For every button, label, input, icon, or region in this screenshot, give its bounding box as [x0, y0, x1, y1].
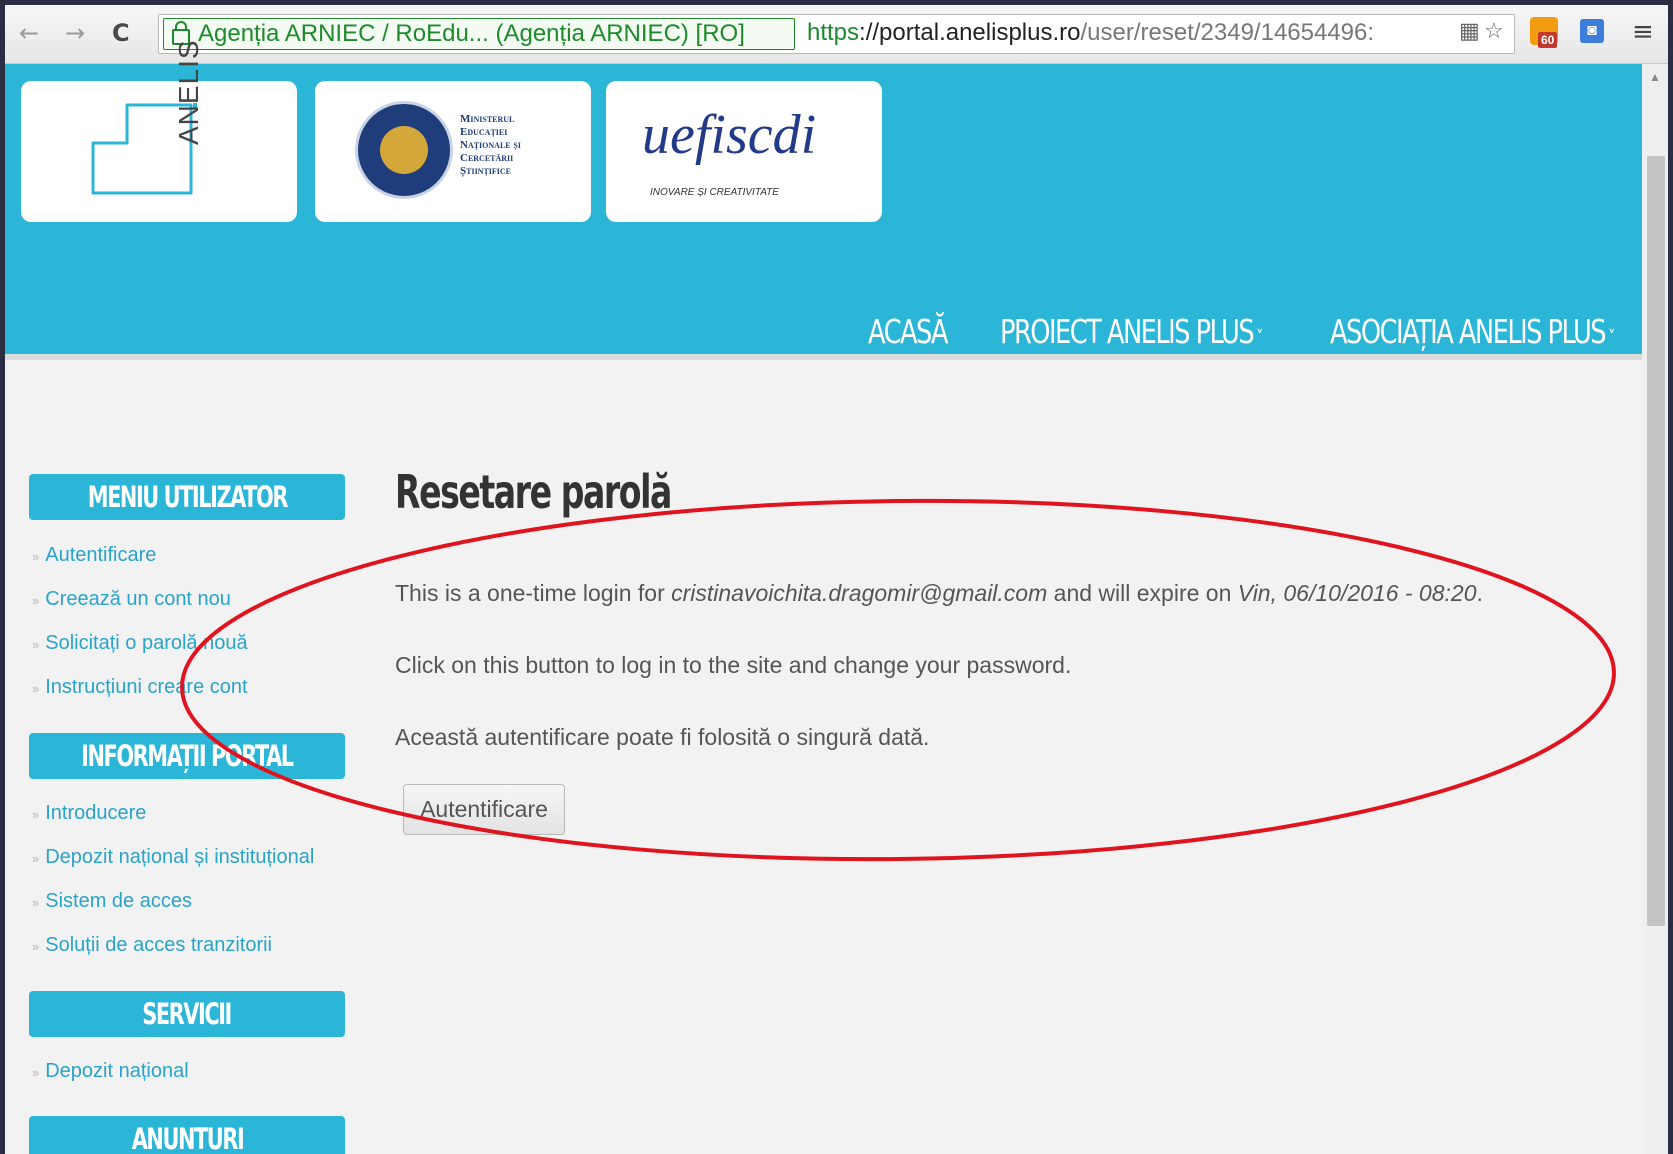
bullet-icon: » [32, 593, 40, 608]
browser-window: ← → C Agenția ARNIEC / RoEdu... (Agenția… [5, 5, 1668, 1154]
sidebar-item-introduction[interactable]: » Introducere [32, 802, 146, 825]
address-bar[interactable]: Agenția ARNIEC / RoEdu... (Agenția ARNIE… [158, 14, 1515, 54]
url-path: /user/reset/2349/14654496: [1080, 19, 1375, 46]
sidebar-title-portal-info: INFORMAȚII PORTAL [29, 733, 345, 779]
sidebar-item-label: Creează un cont nou [45, 588, 231, 610]
uefiscdi-logo[interactable]: uefiscdi INOVARE ȘI CREATIVITATE [606, 81, 882, 222]
bullet-icon: » [32, 807, 40, 822]
sidebar-item-label: Soluții de acces tranzitorii [45, 934, 273, 956]
sidebar-title-user-menu: MENIU UTILIZATOR [29, 474, 345, 520]
ministry-line: Educației [460, 126, 508, 138]
bullet-icon: » [32, 851, 40, 866]
sidebar-item-national-repository[interactable]: » Depozit național [32, 1060, 189, 1083]
sidebar-item-new-password[interactable]: » Solicitați o parolă nouă [32, 632, 248, 655]
login-text-prefix: This is a one-time login for [395, 580, 672, 606]
block-title-text: SERVICII [142, 997, 233, 1031]
bullet-icon: » [32, 681, 40, 696]
scroll-thumb[interactable] [1647, 156, 1665, 926]
one-time-login-text: This is a one-time login for cristinavoi… [395, 580, 1483, 607]
sidebar-item-label: Depozit național [45, 1060, 189, 1082]
bullet-icon: » [32, 939, 40, 954]
login-button[interactable]: Autentificare [403, 784, 565, 835]
bullet-icon: » [32, 549, 40, 564]
ministry-line: Naționale și [460, 139, 521, 151]
forward-icon[interactable]: → [65, 19, 85, 47]
login-text-suffix: . [1476, 580, 1483, 606]
login-email: cristinavoichita.dragomir@gmail.com [671, 580, 1048, 606]
sidebar-item-access-system[interactable]: » Sistem de acces [32, 890, 192, 913]
sidebar-item-repository[interactable]: » Depozit național și instituțional [32, 846, 314, 869]
sidebar-item-transitional-access[interactable]: » Soluții de acces tranzitorii [32, 934, 272, 957]
ministry-line: Ministerul [460, 113, 515, 125]
scroll-up-icon[interactable]: ▲ [1649, 70, 1661, 84]
sidebar-item-label: Solicitați o parolă nouă [45, 632, 248, 654]
block-title-text: ANUNTURI [131, 1122, 244, 1154]
url-text[interactable]: https://portal.anelisplus.ro/user/reset/… [807, 19, 1374, 47]
nav-association[interactable]: ASOCIAȚIA ANELIS PLUS ˅ [1330, 312, 1615, 351]
sidebar-item-label: Depozit național și instituțional [45, 846, 315, 868]
ministry-line: Cercetării [460, 152, 514, 164]
uefiscdi-tagline: INOVARE ȘI CREATIVITATE [650, 187, 779, 198]
block-title-text: INFORMAȚII PORTAL [81, 739, 294, 773]
sidebar-item-create-account[interactable]: » Creează un cont nou [32, 588, 231, 611]
extension-icon[interactable]: ◙ [1580, 19, 1604, 43]
bullet-icon: » [32, 1065, 40, 1080]
page-scrollbar[interactable]: ▲ [1642, 64, 1668, 1154]
bullet-icon: » [32, 637, 40, 652]
ev-label: Agenția ARNIEC / RoEdu... (Agenția ARNIE… [198, 20, 745, 47]
rss-count-badge: 60 [1538, 32, 1558, 48]
government-seal-icon [355, 101, 453, 199]
sidebar-item-label: Autentificare [45, 544, 157, 566]
block-title-text: MENIU UTILIZATOR [87, 480, 288, 514]
ministry-name: Ministerul Educației Naționale și Cercet… [460, 113, 521, 178]
uefiscdi-wordmark: uefiscdi [642, 104, 817, 166]
single-use-text: Această autentificare poate fi folosită … [395, 724, 930, 750]
bookmark-star-icon[interactable]: ☆ [1484, 19, 1504, 44]
back-icon[interactable]: ← [19, 19, 39, 47]
page-title: Resetare parolă [395, 465, 672, 519]
login-expiry-date: Vin, 06/10/2016 - 08:20 [1237, 580, 1477, 606]
ev-certificate-badge[interactable]: Agenția ARNIEC / RoEdu... (Agenția ARNIE… [163, 18, 795, 50]
sidebar-title-announcements: ANUNTURI [29, 1116, 345, 1154]
nav-association-label: ASOCIAȚIA ANELIS PLUS [1330, 312, 1607, 351]
site-header: ANELIS Ministerul Educației Naționale și… [5, 39, 1642, 360]
url-scheme: https [807, 19, 860, 46]
sidebar-title-services: SERVICII [29, 991, 345, 1037]
anelis-logo-text: ANELIS [173, 39, 204, 145]
ministry-logo[interactable]: Ministerul Educației Naționale și Cercet… [315, 81, 591, 222]
nav-project-label: PROIECT ANELIS PLUS [1000, 312, 1255, 351]
browser-toolbar: ← → C Agenția ARNIEC / RoEdu... (Agenția… [5, 5, 1668, 64]
ministry-line: Științifice [460, 165, 512, 177]
nav-project[interactable]: PROIECT ANELIS PLUS ˅ [1000, 312, 1263, 351]
reload-icon[interactable]: C [112, 19, 130, 47]
chevron-down-icon: ˅ [1256, 327, 1263, 348]
url-host: ://portal.anelisplus.ro [859, 19, 1081, 46]
sidebar-item-label: Introducere [45, 802, 147, 824]
sidebar-item-label: Sistem de acces [45, 890, 192, 912]
login-text-mid: and will expire on [1047, 580, 1238, 606]
anelis-logo[interactable]: ANELIS [21, 39, 297, 222]
browser-menu-icon[interactable]: ≡ [1632, 17, 1654, 47]
translate-icon[interactable]: ▦ [1459, 19, 1480, 44]
sidebar-item-login[interactable]: » Autentificare [32, 544, 156, 567]
instruction-text: Click on this button to log in to the si… [395, 652, 1072, 678]
sidebar-item-label: Instrucțiuni creare cont [45, 676, 248, 698]
sidebar-item-instructions[interactable]: » Instrucțiuni creare cont [32, 676, 248, 699]
nav-home[interactable]: ACASĂ [868, 312, 948, 351]
bullet-icon: » [32, 895, 40, 910]
chevron-down-icon: ˅ [1608, 327, 1615, 348]
